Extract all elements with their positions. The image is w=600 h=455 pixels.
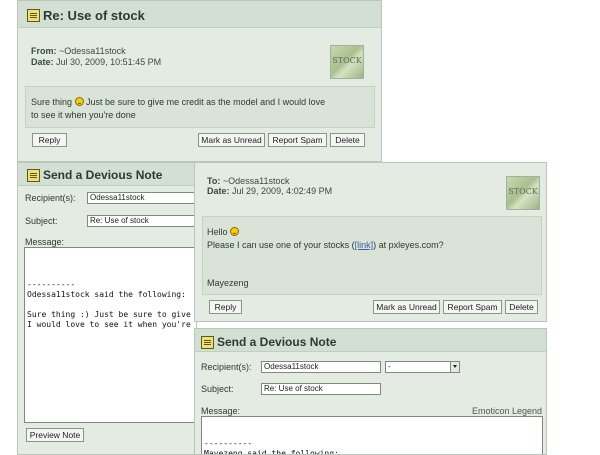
reply-button[interactable]: Reply [32,133,67,147]
delete-button[interactable]: Delete [505,300,538,314]
message-text-rest: Just be sure to give me credit as the mo… [83,97,326,107]
from-line: From: ~Odessa11stock [31,46,126,56]
date-line: Date: Jul 29, 2009, 4:02:49 PM [207,186,332,196]
chevron-down-icon[interactable] [450,362,459,372]
date-label: Date: [31,57,54,67]
stock-link[interactable]: [link] [355,240,374,250]
send-note-panel: Send a Devious Note Recipient(s): Odessa… [17,162,197,455]
mark-unread-button[interactable]: Mark as Unread [198,133,265,147]
note-icon [27,169,40,182]
to-label: To: [207,176,221,186]
send-note-title: Send a Devious Note [217,335,337,349]
note-icon [27,9,40,22]
signature: Mayezeng [207,278,249,288]
note-icon [201,336,214,349]
message-text-line2: to see it when you're done [31,110,136,120]
original-message-panel: To: ~Odessa11stock Date: Jul 29, 2009, 4… [194,162,547,322]
subject-input[interactable]: Re: Use of stock [261,383,381,395]
avatar-text: STOCK [508,187,538,196]
from-label: From: [31,46,57,56]
greeting-text: Hello [207,227,228,237]
report-spam-button[interactable]: Report Spam [443,300,502,314]
send-note-title: Send a Devious Note [43,168,163,182]
emoticon-legend-link[interactable]: Emoticon Legend [472,406,542,416]
recipient-select[interactable]: - [385,361,460,373]
date-value: Jul 30, 2009, 10:51:45 PM [56,57,162,67]
subject-label: Subject: [25,216,58,226]
smiley-icon [74,97,84,106]
smiley-icon [230,227,240,236]
date-value: Jul 29, 2009, 4:02:49 PM [232,186,333,196]
message-label: Message: [25,237,65,247]
avatar-text: STOCK [332,56,362,65]
reply-panel: Re: Use of stock From: ~Odessa11stock Da… [17,0,382,162]
preview-note-button[interactable]: Preview Note [26,428,84,442]
message-textarea[interactable]: ---------- Mayezeng said the following: [201,416,543,454]
recipient-input[interactable]: Odessa11stock [87,192,196,204]
date-label: Date: [207,186,230,196]
message-text-before-link: Please I can use one of your stocks ( [207,240,355,250]
delete-button[interactable]: Delete [330,133,365,147]
send-note-panel: Send a Devious Note Recipient(s): Odessa… [194,328,547,455]
message-body: Sure thing Just be sure to give me credi… [31,96,371,122]
report-spam-button[interactable]: Report Spam [268,133,327,147]
message-body: Hello Please I can use one of your stock… [207,226,537,252]
subject-label: Subject: [201,384,234,394]
to-value[interactable]: ~Odessa11stock [223,176,290,186]
avatar[interactable]: STOCK [330,45,364,79]
page-title: Re: Use of stock [43,8,145,23]
message-text-start: Sure thing [31,97,73,107]
recipient-select-value: - [388,362,391,371]
date-line: Date: Jul 30, 2009, 10:51:45 PM [31,57,161,67]
to-line: To: ~Odessa11stock [207,176,289,186]
avatar[interactable]: STOCK [506,176,540,210]
mark-unread-button[interactable]: Mark as Unread [373,300,440,314]
from-value[interactable]: ~Odessa11stock [59,46,126,56]
message-line: Please I can use one of your stocks ([li… [207,240,444,250]
recipient-label: Recipient(s): [25,193,76,203]
message-textarea[interactable]: ---------- Odessa11stock said the follow… [24,247,196,423]
subject-input[interactable]: Re: Use of stock [87,215,196,227]
reply-button[interactable]: Reply [209,300,242,314]
recipient-label: Recipient(s): [201,362,252,372]
recipient-input[interactable]: Odessa11stock [261,361,381,373]
message-text-after-link: ) at pxleyes.com? [373,240,444,250]
message-label: Message: [201,406,241,416]
